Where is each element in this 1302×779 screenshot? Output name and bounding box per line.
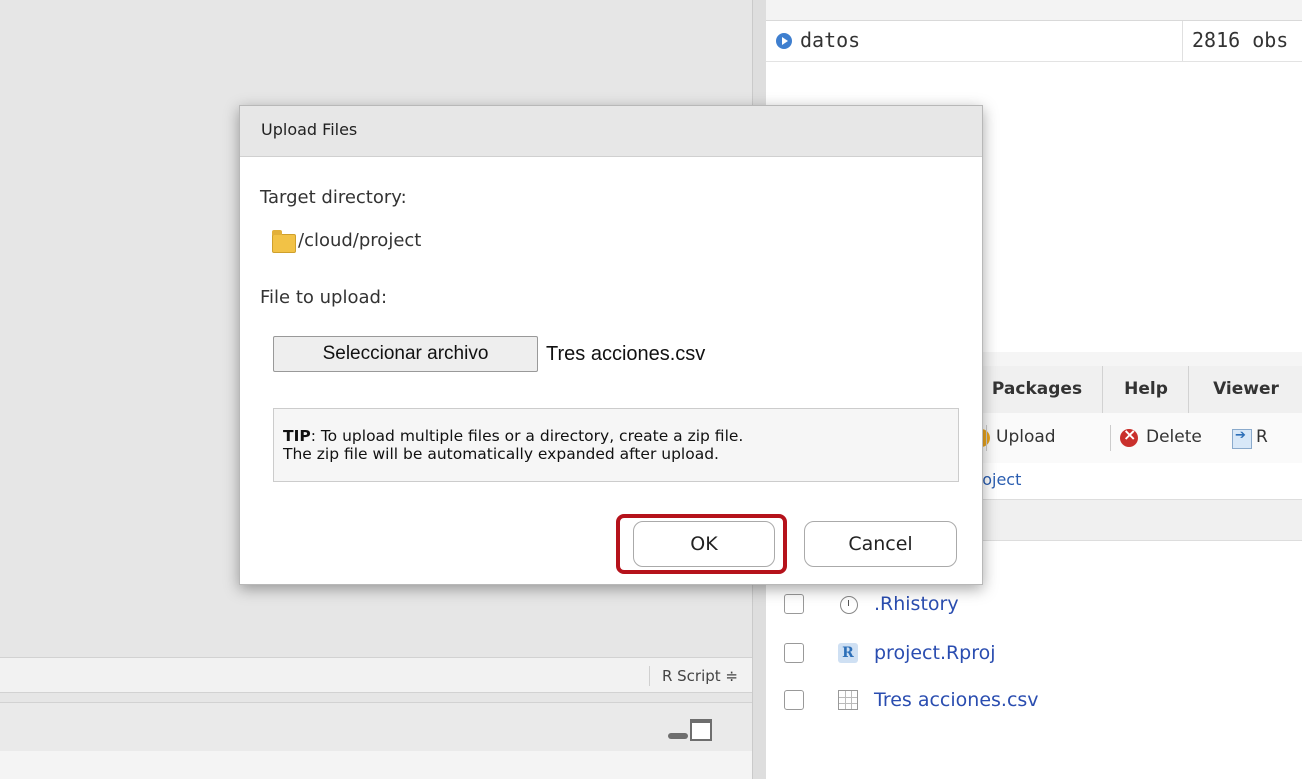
history-icon	[840, 596, 858, 614]
target-directory-path: /cloud/project	[298, 230, 422, 251]
environment-header	[766, 0, 1302, 21]
rproj-icon: R	[838, 643, 858, 663]
file-name[interactable]: .Rhistory	[874, 593, 959, 615]
tab-viewer[interactable]: Viewer	[1188, 366, 1302, 413]
minimize-icon[interactable]	[668, 733, 688, 739]
expand-icon[interactable]	[776, 33, 792, 49]
toolbar-separator	[1110, 425, 1111, 451]
list-item[interactable]: Tres acciones.csv	[766, 678, 1302, 724]
tip-line1: : To upload multiple files or a director…	[310, 427, 744, 445]
tip-box: TIP: To upload multiple files or a direc…	[273, 408, 959, 482]
file-type-selector[interactable]: R Script ≑	[648, 666, 738, 686]
delete-button[interactable]: Delete	[1146, 427, 1202, 447]
file-name[interactable]: project.Rproj	[874, 642, 996, 664]
tab-packages[interactable]: Packages	[970, 366, 1103, 413]
file-to-upload-label: File to upload:	[260, 287, 388, 308]
file-name[interactable]: Tres acciones.csv	[874, 689, 1039, 711]
dialog-header: Upload Files	[240, 106, 982, 157]
console-header	[0, 702, 752, 752]
tip-label: TIP	[283, 427, 311, 445]
editor-status-bar: R Script ≑	[0, 657, 752, 693]
dialog-title: Upload Files	[261, 120, 358, 139]
file-checkbox[interactable]	[784, 690, 804, 710]
rename-button[interactable]: R	[1256, 427, 1268, 447]
tip-line2: The zip file will be automatically expan…	[283, 445, 719, 463]
folder-icon	[272, 230, 296, 253]
environment-row[interactable]: datos 2816 obs	[766, 21, 1302, 62]
list-item[interactable]: .Rhistory	[766, 582, 1302, 628]
console-body	[0, 751, 752, 779]
variable-name: datos	[800, 28, 861, 52]
file-checkbox[interactable]	[784, 594, 804, 614]
delete-icon[interactable]	[1120, 425, 1138, 447]
chosen-file-name: Tres acciones.csv	[546, 343, 706, 365]
tip-text: TIP: To upload multiple files or a direc…	[283, 427, 743, 463]
upload-files-dialog: Upload Files Target directory: /cloud/pr…	[239, 105, 983, 585]
toolbar-separator	[986, 425, 987, 451]
maximize-icon[interactable]	[690, 719, 712, 741]
ok-button-highlight	[616, 514, 787, 574]
cancel-button[interactable]: Cancel	[804, 521, 957, 567]
upload-button[interactable]: Upload	[996, 427, 1056, 447]
choose-file-button[interactable]: Seleccionar archivo	[273, 336, 538, 372]
target-directory-label: Target directory:	[260, 187, 407, 208]
column-divider	[1182, 21, 1183, 61]
csv-icon	[838, 690, 858, 710]
file-checkbox[interactable]	[784, 643, 804, 663]
tab-help[interactable]: Help	[1102, 366, 1189, 413]
rename-icon[interactable]	[1232, 428, 1252, 449]
variable-value: 2816 obs	[1192, 28, 1289, 52]
list-item[interactable]: R project.Rproj	[766, 631, 1302, 677]
